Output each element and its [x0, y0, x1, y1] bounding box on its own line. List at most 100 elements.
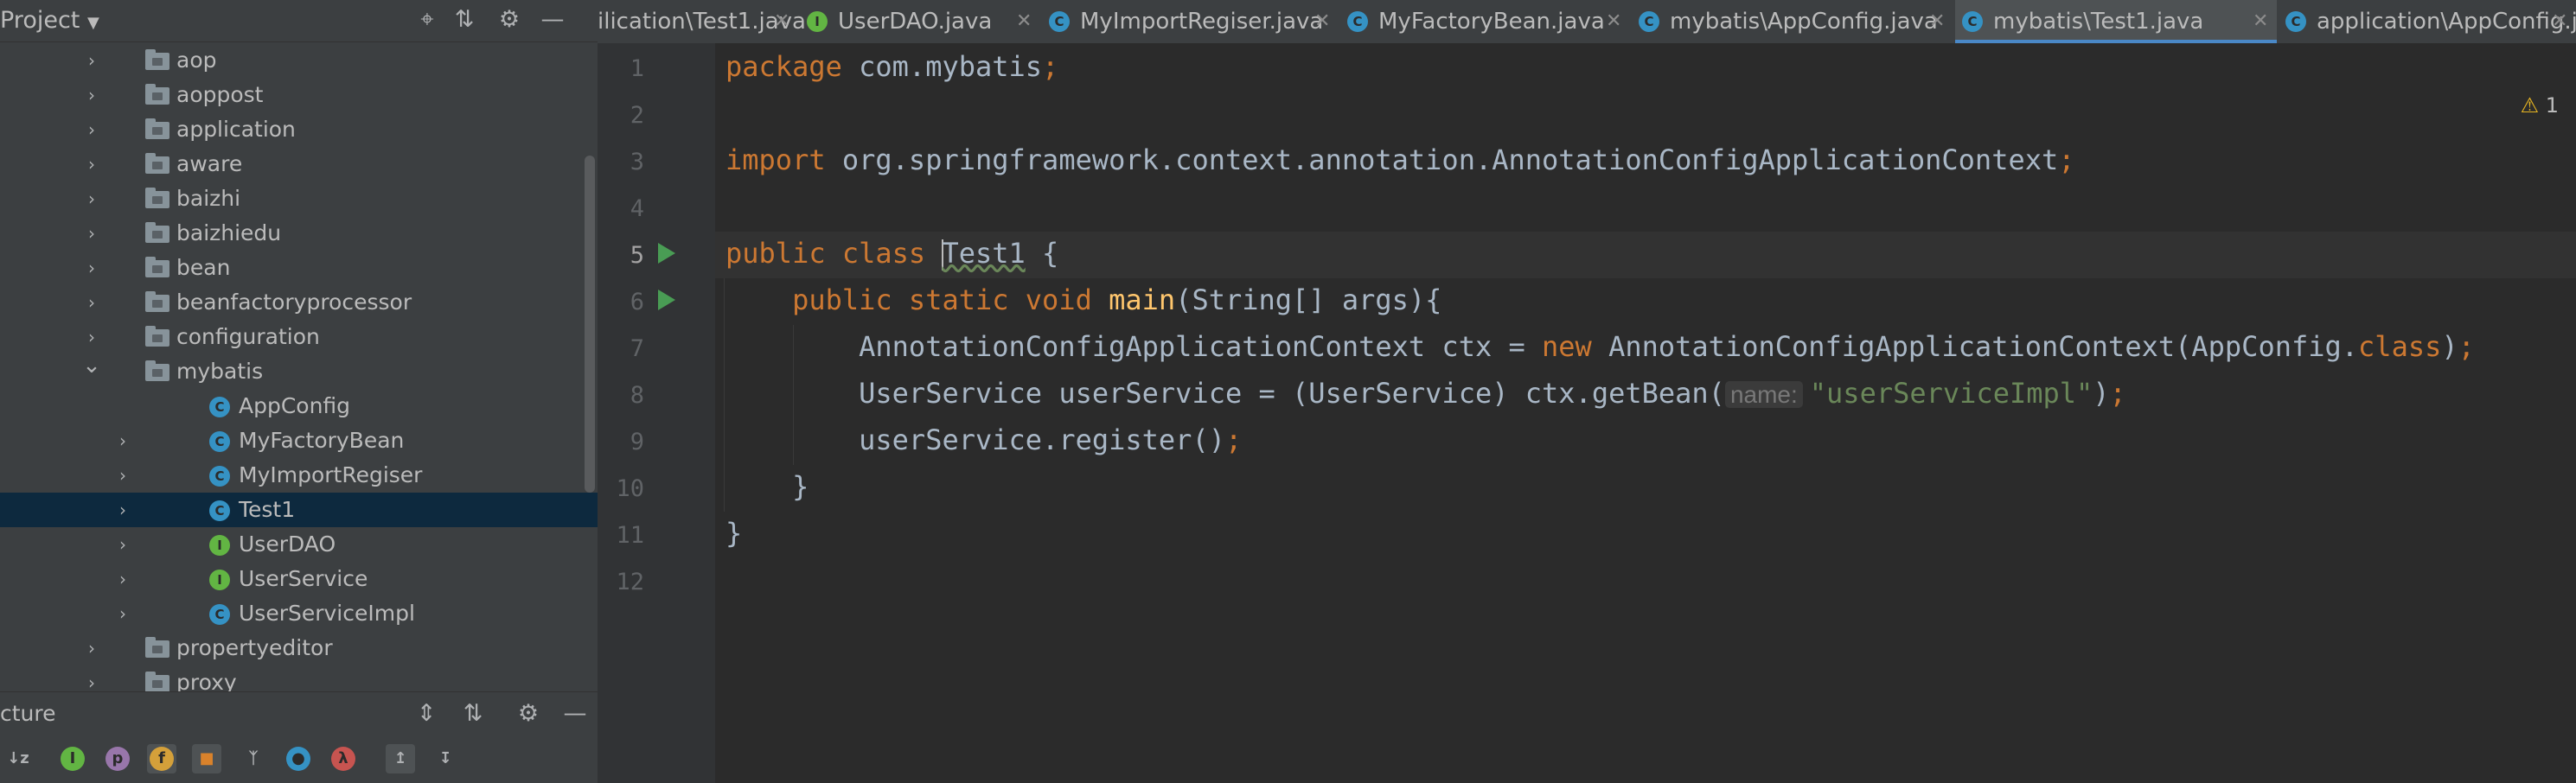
- inspection-widget[interactable]: ⚠ 1: [2521, 93, 2559, 118]
- hide-icon[interactable]: —: [560, 699, 590, 729]
- lock-icon[interactable]: ■: [192, 744, 221, 773]
- chevron-right-icon[interactable]: ›: [112, 423, 133, 458]
- editor-tab[interactable]: C MyImportRegiser.java ✕: [1042, 0, 1339, 43]
- chevron-right-icon[interactable]: ›: [81, 112, 102, 147]
- gear-icon[interactable]: ⚙: [495, 5, 524, 35]
- tree-item-class[interactable]: › C Test1: [0, 493, 598, 527]
- code-editor[interactable]: ⚠ 1 package com.mybatis; import org.sprin…: [715, 43, 2576, 783]
- tree-item-label: propertyeditor: [176, 635, 333, 660]
- line-number: 10: [616, 475, 644, 502]
- code-token: new: [1542, 330, 1609, 363]
- editor-tab[interactable]: Capplication\AppConfig.java✕: [2279, 0, 2576, 43]
- locate-icon[interactable]: ⌖: [412, 5, 442, 35]
- chevron-right-icon[interactable]: ›: [81, 181, 102, 216]
- chevron-right-icon[interactable]: ›: [81, 216, 102, 251]
- sort-alphabetically-icon[interactable]: ↓z: [3, 744, 33, 773]
- gear-icon[interactable]: ⚙: [514, 699, 543, 729]
- chevron-right-icon[interactable]: ›: [81, 320, 102, 354]
- chevron-right-icon[interactable]: ›: [81, 251, 102, 285]
- line-number: 4: [630, 195, 644, 222]
- tree-item-folder[interactable]: › beanfactoryprocessor: [0, 285, 598, 320]
- anonymous-class-icon[interactable]: ●: [284, 744, 313, 773]
- line-number: 5: [630, 242, 644, 269]
- tree-item-folder[interactable]: ⌄ mybatis: [0, 354, 598, 389]
- show-fields-icon[interactable]: f: [147, 744, 176, 773]
- package-folder-icon: [145, 672, 169, 691]
- chevron-right-icon[interactable]: ›: [112, 562, 133, 596]
- chevron-right-icon[interactable]: ›: [112, 493, 133, 527]
- show-properties-icon[interactable]: p: [105, 747, 130, 771]
- autoscroll-to-source-icon[interactable]: ↥: [386, 744, 415, 773]
- tree-item-folder[interactable]: › baizhiedu: [0, 216, 598, 251]
- class-icon: C: [1049, 11, 1070, 32]
- chevron-right-icon[interactable]: ›: [81, 285, 102, 320]
- chevron-right-icon[interactable]: ›: [81, 665, 102, 691]
- tree-item-folder[interactable]: › baizhi: [0, 181, 598, 216]
- editor-tab[interactable]: Cmybatis\Test1.java ✕: [1955, 0, 2277, 43]
- code-token: ;: [1224, 423, 1243, 456]
- close-icon[interactable]: ✕: [774, 0, 789, 43]
- code-token: }: [725, 517, 743, 550]
- chevron-right-icon[interactable]: ›: [81, 43, 102, 78]
- hierarchy-icon[interactable]: ᛉ: [239, 744, 268, 773]
- code-line: import org.springframework.context.annot…: [725, 137, 2075, 183]
- close-icon[interactable]: ✕: [1314, 0, 1330, 43]
- chevron-right-icon[interactable]: ›: [81, 78, 102, 112]
- tree-item-label: proxy: [176, 670, 237, 691]
- class-icon: C: [2285, 11, 2306, 32]
- line-number: 7: [630, 335, 644, 362]
- chevron-right-icon[interactable]: ›: [112, 458, 133, 493]
- collapse-all-icon[interactable]: ⇅: [458, 699, 488, 729]
- line-number: 8: [630, 382, 644, 409]
- show-inherited-icon[interactable]: I: [61, 747, 85, 771]
- editor-tab[interactable]: Cmybatis\AppConfig.java ✕: [1632, 0, 1953, 43]
- tree-item-folder[interactable]: › aoppost: [0, 78, 598, 112]
- project-view-dropdown[interactable]: Project ▼: [0, 7, 99, 34]
- tree-scrollbar[interactable]: [585, 156, 595, 493]
- code-token: ;: [2058, 143, 2075, 176]
- autoscroll-from-source-icon[interactable]: ↧: [431, 744, 460, 773]
- tree-item-class[interactable]: › I UserDAO: [0, 527, 598, 562]
- chevron-right-icon[interactable]: ›: [112, 596, 133, 631]
- tree-item-class[interactable]: C AppConfig: [0, 389, 598, 423]
- close-icon[interactable]: ✕: [1016, 0, 1032, 43]
- tree-item-folder[interactable]: › proxy: [0, 665, 598, 691]
- code-token: {: [1025, 237, 1059, 270]
- editor-gutter: 1 2 3 4 5 6 7 8 9 10 11 12: [598, 43, 757, 783]
- chevron-right-icon[interactable]: ›: [81, 147, 102, 181]
- tree-item-class[interactable]: › C MyImportRegiser: [0, 458, 598, 493]
- close-icon[interactable]: ✕: [1929, 0, 1945, 43]
- run-icon[interactable]: [658, 243, 675, 264]
- tree-item-folder[interactable]: › aware: [0, 147, 598, 181]
- tab-label: application\AppConfig.java: [2317, 9, 2576, 35]
- chevron-right-icon[interactable]: ›: [81, 631, 102, 665]
- indent-guide: [724, 278, 725, 512]
- close-icon[interactable]: ✕: [2552, 0, 2567, 43]
- package-folder-icon: [145, 222, 169, 243]
- tree-item-folder[interactable]: › application: [0, 112, 598, 147]
- lambda-icon[interactable]: λ: [329, 744, 358, 773]
- code-token: package: [725, 50, 860, 83]
- chevron-right-icon[interactable]: ›: [112, 527, 133, 562]
- editor-tab[interactable]: C MyFactoryBean.java ✕: [1340, 0, 1630, 43]
- chevron-down-icon[interactable]: ⌄: [81, 354, 102, 389]
- editor-tab[interactable]: I UserDAO.java ✕: [800, 0, 1040, 43]
- run-icon[interactable]: [658, 290, 675, 310]
- line-number: 9: [630, 429, 644, 455]
- editor-tab[interactable]: ilication\Test1.java ✕: [598, 0, 806, 43]
- close-icon[interactable]: ✕: [2253, 0, 2268, 43]
- tree-item-class[interactable]: › C MyFactoryBean: [0, 423, 598, 458]
- tree-item-folder[interactable]: › aop: [0, 43, 598, 78]
- tree-item-folder[interactable]: › bean: [0, 251, 598, 285]
- class-icon: C: [1347, 11, 1368, 32]
- expand-all-icon[interactable]: ⇕: [412, 699, 441, 729]
- tree-item-folder[interactable]: › configuration: [0, 320, 598, 354]
- code-line: }: [725, 463, 809, 510]
- close-icon[interactable]: ✕: [1606, 0, 1621, 43]
- hide-icon[interactable]: —: [538, 5, 567, 35]
- collapse-all-icon[interactable]: ⇅: [450, 5, 479, 35]
- tree-item-class[interactable]: › I UserService: [0, 562, 598, 596]
- tree-item-class[interactable]: › C UserServiceImpl: [0, 596, 598, 631]
- tree-item-folder[interactable]: › propertyeditor: [0, 631, 598, 665]
- code-token: import: [725, 143, 842, 176]
